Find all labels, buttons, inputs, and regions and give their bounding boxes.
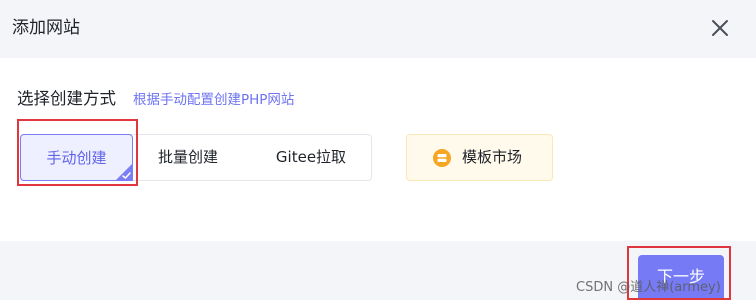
add-website-dialog: 添加网站 选择创建方式 根据手动配置创建PHP网站 手动创建 批量创建 Gite… — [0, 0, 756, 300]
dialog-body: 选择创建方式 根据手动配置创建PHP网站 手动创建 批量创建 Gitee拉取 模… — [0, 58, 756, 241]
manual-create-button[interactable]: 手动创建 — [20, 134, 133, 181]
gitee-pull-button[interactable]: Gitee拉取 — [263, 135, 359, 180]
php-site-hint-link[interactable]: 根据手动配置创建PHP网站 — [133, 90, 294, 110]
dialog-footer: 下一步 CSDN @道人禅(armey) — [0, 241, 756, 300]
batch-create-button[interactable]: 批量创建 — [148, 135, 228, 180]
close-icon[interactable] — [708, 16, 732, 40]
dialog-header: 添加网站 — [0, 0, 756, 58]
template-store-icon — [433, 149, 451, 167]
template-market-button[interactable]: 模板市场 — [406, 134, 553, 181]
create-mode-group: 手动创建 批量创建 Gitee拉取 — [20, 134, 372, 181]
create-method-label: 选择创建方式 — [17, 89, 116, 108]
next-step-button[interactable]: 下一步 — [638, 255, 724, 299]
check-icon — [115, 163, 133, 181]
dialog-title: 添加网站 — [12, 18, 80, 38]
manual-create-label: 手动创建 — [46, 149, 107, 167]
template-market-label: 模板市场 — [462, 148, 523, 166]
